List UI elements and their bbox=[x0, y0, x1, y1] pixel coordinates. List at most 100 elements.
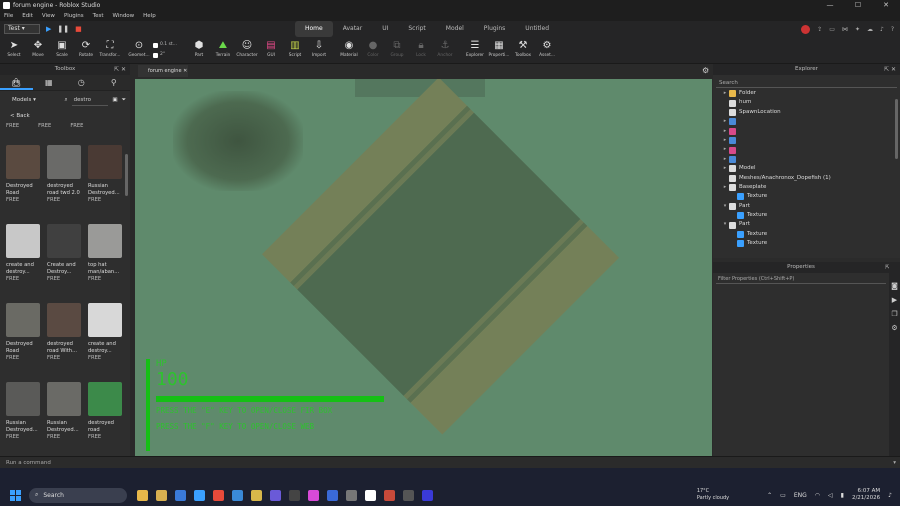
tray-app-icon[interactable]: ▭ bbox=[780, 492, 786, 499]
explorer-row[interactable]: Texture bbox=[713, 230, 900, 239]
tab-plugins[interactable]: Plugins bbox=[474, 21, 516, 37]
lock-tool[interactable]: 🔒︎ Lock bbox=[409, 37, 433, 58]
explorer-row[interactable]: Texture bbox=[713, 192, 900, 201]
expand-arrow-icon[interactable]: ▾ bbox=[721, 220, 729, 229]
menu-help[interactable]: Help bbox=[143, 11, 156, 21]
panel-close-icon[interactable]: ⇱ ✕ bbox=[884, 64, 896, 75]
toolbox-item[interactable]: Russian Destroyed... FREE bbox=[47, 382, 83, 461]
user-avatar[interactable] bbox=[801, 24, 811, 34]
tab-model[interactable]: Model bbox=[436, 21, 474, 37]
menu-file[interactable]: File bbox=[4, 11, 13, 21]
windows-start-icon[interactable] bbox=[10, 489, 21, 501]
taskbar-app-icon[interactable] bbox=[384, 489, 395, 501]
color-tool[interactable]: ● Color bbox=[361, 37, 385, 58]
explorer-row[interactable]: ▾ Part bbox=[713, 202, 900, 211]
toolbox-item[interactable]: Destroyed Road FREE bbox=[6, 303, 42, 382]
destroyed-vehicle-model[interactable] bbox=[173, 91, 303, 191]
transform-tool[interactable]: ⛶ Transfor... bbox=[98, 37, 122, 58]
grid-move-toggle[interactable]: 0.1 st... bbox=[153, 41, 177, 49]
expand-arrow-icon[interactable]: ▸ bbox=[721, 136, 729, 145]
menu-edit[interactable]: Edit bbox=[22, 11, 33, 21]
asset-manager-tool[interactable]: ⚙ Asset... bbox=[535, 37, 559, 58]
taskbar-app-icon[interactable] bbox=[403, 489, 414, 501]
explorer-row[interactable]: ▸ bbox=[713, 136, 900, 145]
bell-icon[interactable]: ♪ bbox=[880, 26, 884, 33]
toolbox-search-input[interactable]: destro bbox=[71, 95, 109, 106]
command-bar[interactable]: Run a command ▾ bbox=[0, 456, 900, 468]
expand-arrow-icon[interactable]: ▸ bbox=[721, 117, 729, 126]
image-search-icon[interactable]: ▣ bbox=[112, 97, 117, 103]
explorer-row[interactable]: ▸ bbox=[713, 145, 900, 154]
toolbox-item[interactable]: Create and Destroy... FREE bbox=[47, 224, 83, 303]
toolbox-item[interactable]: Russian Destroyed... FREE bbox=[88, 145, 124, 224]
inventory-bag-icon[interactable]: 👜︎ bbox=[0, 75, 33, 90]
wifi-icon[interactable]: ◠ bbox=[815, 492, 820, 499]
taskbar-app-icon[interactable] bbox=[270, 489, 281, 501]
toolbox-item[interactable]: destroyed road twd 2.0 FREE bbox=[47, 145, 83, 224]
panel-close-icon[interactable]: ⇱ ✕ bbox=[114, 64, 126, 75]
taskbar-app-icon[interactable] bbox=[327, 489, 338, 501]
camera-icon[interactable]: ◙ bbox=[891, 282, 898, 290]
expand-arrow-icon[interactable]: ▸ bbox=[721, 155, 729, 164]
pause-icon[interactable]: ❚❚ bbox=[57, 25, 69, 33]
creations-bulb-icon[interactable]: ⚲ bbox=[98, 75, 131, 90]
explorer-tool[interactable]: ☰ Explorer bbox=[463, 37, 487, 58]
expand-arrow-icon[interactable]: ▸ bbox=[721, 127, 729, 136]
weather-widget[interactable]: 17°C Partly cloudy bbox=[697, 488, 729, 502]
explorer-row[interactable]: Texture bbox=[713, 211, 900, 220]
geometry-tool[interactable]: ⊙ Geomet... bbox=[127, 37, 151, 58]
taskbar-app-icon[interactable] bbox=[213, 489, 224, 501]
recent-clock-icon[interactable]: ◷ bbox=[65, 75, 98, 90]
notification-bell-icon[interactable]: ♪ bbox=[888, 492, 892, 499]
toolbox-tool[interactable]: ⚒ Toolbox bbox=[511, 37, 535, 58]
toolbox-item[interactable]: create and destroy... FREE bbox=[88, 303, 124, 382]
select-tool[interactable]: ➤ Select bbox=[2, 37, 26, 58]
marketplace-grid-icon[interactable]: ▦ bbox=[33, 75, 66, 90]
toolbox-item[interactable]: Destroyed Road FREE bbox=[6, 145, 42, 224]
explorer-row[interactable]: Texture bbox=[713, 239, 900, 248]
explorer-row[interactable]: Meshes/Anachronox_Dopefish (1) bbox=[713, 174, 900, 183]
expand-arrow-icon[interactable]: ▸ bbox=[721, 89, 729, 98]
import-tool[interactable]: ⇩ Import bbox=[307, 37, 331, 58]
explorer-row[interactable]: ▸ Folder bbox=[713, 89, 900, 98]
close-button[interactable]: ✕ bbox=[872, 0, 900, 11]
filter-icon[interactable]: ⏷ bbox=[122, 97, 126, 104]
3d-viewport[interactable]: HP 100 PRESS THE "E" KEY TO OPEN/CLOSE F… bbox=[135, 79, 712, 457]
expand-arrow-icon[interactable]: ▾ bbox=[721, 202, 729, 211]
tab-script[interactable]: Script bbox=[398, 21, 435, 37]
explorer-row[interactable]: ▾ Part bbox=[713, 220, 900, 229]
battery-icon[interactable]: ▮ bbox=[841, 492, 844, 499]
explorer-row[interactable]: ▸ bbox=[713, 155, 900, 164]
scale-tool[interactable]: ▣ Scale bbox=[50, 37, 74, 58]
explorer-row[interactable]: ▸ bbox=[713, 127, 900, 136]
copy-icon[interactable]: ❐ bbox=[891, 310, 897, 318]
toolbox-item[interactable]: destroyed road FREE bbox=[88, 382, 124, 461]
minimize-button[interactable]: — bbox=[816, 0, 844, 11]
chat-icon[interactable]: ▭ bbox=[829, 26, 835, 33]
play-icon[interactable]: ▶ bbox=[46, 25, 51, 33]
tab-avatar[interactable]: Avatar bbox=[333, 21, 372, 37]
taskbar-app-icon[interactable] bbox=[365, 489, 376, 501]
properties-filter-input[interactable]: Filter Properties (Ctrl+Shift+P) bbox=[716, 274, 886, 284]
rotate-tool[interactable]: ⟳ Rotate bbox=[74, 37, 98, 58]
back-link[interactable]: < Back bbox=[0, 110, 130, 123]
character-tool[interactable]: ☺ Character bbox=[235, 37, 259, 58]
terrain-tool[interactable]: ⛰ Terrain bbox=[211, 37, 235, 58]
expand-arrow-icon[interactable]: ▸ bbox=[721, 183, 729, 192]
toolbox-item[interactable]: Russian Destroyed... FREE bbox=[6, 382, 42, 461]
taskbar-app-icon[interactable] bbox=[346, 489, 357, 501]
group-tool[interactable]: ⧉ Group bbox=[385, 37, 409, 58]
help-icon[interactable]: ? bbox=[891, 26, 894, 33]
document-tab[interactable]: forum engine ✕ bbox=[138, 65, 188, 77]
taskbar-app-icon[interactable] bbox=[289, 489, 300, 501]
taskbar-app-icon[interactable] bbox=[194, 489, 205, 501]
volume-icon[interactable]: ◁ bbox=[828, 492, 833, 499]
taskbar-app-icon[interactable] bbox=[251, 489, 262, 501]
toolbox-item[interactable]: top hat man/aban... FREE bbox=[88, 224, 124, 303]
toolbox-scrollbar[interactable] bbox=[125, 154, 128, 196]
gui-tool[interactable]: ▤ GUI bbox=[259, 37, 283, 58]
expand-arrow-icon[interactable]: ▸ bbox=[721, 164, 729, 173]
part-tool[interactable]: ⬢ Part bbox=[187, 37, 211, 58]
clock[interactable]: 6:07 AM 2/21/2026 bbox=[852, 488, 880, 502]
network-icon[interactable]: ⋈ bbox=[842, 26, 848, 33]
